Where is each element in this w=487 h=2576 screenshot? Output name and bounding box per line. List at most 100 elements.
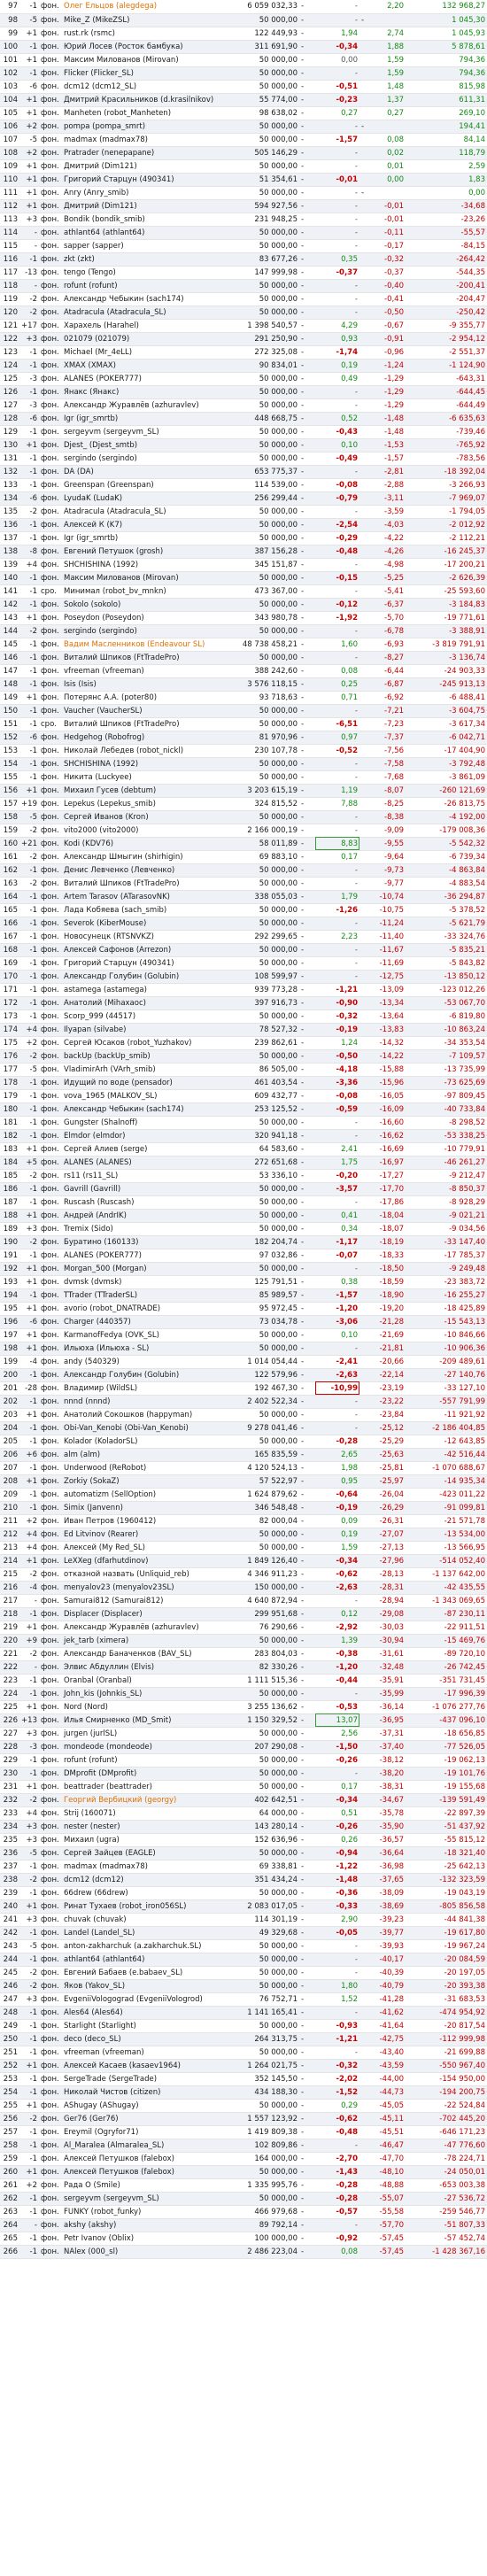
participant-cell[interactable]: Manheten (robot_Manheten) — [62, 106, 230, 120]
participant-cell[interactable]: Simix (Janvenn) — [62, 1501, 230, 1515]
participant-cell[interactable]: Георгий Вербицкий (georgy) — [62, 1793, 230, 1807]
participant-cell[interactable]: rs11 (rs11_SL) — [62, 1169, 230, 1183]
participant-cell[interactable]: zkt (zkt) — [62, 252, 230, 267]
participant-cell[interactable]: Sokolo (sokolo) — [62, 598, 230, 612]
participant-cell[interactable]: Ruscash (Ruscash) — [62, 1195, 230, 1210]
participant-cell[interactable]: Gavrill (Gavrill) — [62, 1182, 230, 1196]
participant-cell[interactable]: Потерянс А.А. (poter80) — [62, 691, 230, 705]
participant-cell[interactable]: Александр Голубин (Golubin) — [62, 970, 230, 984]
participant-cell[interactable]: Дмитрий (Dim121) — [62, 199, 230, 213]
participant-cell[interactable]: Александр Журавлёв (azhuravlev) — [62, 1621, 230, 1635]
participant-cell[interactable]: Анатолий (Mihaxaoc) — [62, 996, 230, 1010]
participant-cell[interactable]: pompa (pompa_smrt) — [62, 120, 230, 134]
participant-cell[interactable]: Vaucher (VaucherSL) — [62, 704, 230, 718]
participant-cell[interactable]: Виталий Шпиков (FtTradePro) — [62, 651, 230, 665]
participant-cell[interactable]: Tremix (Sido) — [62, 1222, 230, 1236]
participant-cell[interactable]: Ed Litvinov (Rearer) — [62, 1528, 230, 1542]
participant-cell[interactable]: beattrader (beattrader) — [62, 1780, 230, 1794]
participant-cell[interactable]: Алексей Петушков (falebox) — [62, 2165, 230, 2179]
participant-cell[interactable]: Strij (160071) — [62, 1806, 230, 1821]
participant-cell[interactable]: Буратино (160133) — [62, 1235, 230, 1249]
participant-cell[interactable]: Сергей Зайцев (EAGLE) — [62, 1846, 230, 1860]
participant-cell[interactable]: Al_Maralea (Almaralea_SL) — [62, 2139, 230, 2153]
participant-cell[interactable]: Александр Чебыкин (sach174) — [62, 292, 230, 306]
participant-cell[interactable]: Igr (igr_smrtb) — [62, 531, 230, 545]
participant-cell[interactable]: Ales64 (Ales64) — [62, 2006, 230, 2020]
participant-cell[interactable]: madmax (madmax78) — [62, 133, 230, 147]
participant-cell[interactable]: tengo (Tengo) — [62, 266, 230, 280]
participant-cell[interactable]: nester (nester) — [62, 1820, 230, 1834]
participant-cell[interactable]: Hedgehog (Robofrog) — [62, 731, 230, 745]
participant-cell[interactable]: Михаил Гусев (debtum) — [62, 784, 230, 798]
participant-cell[interactable]: Виталий Шпиков (FtTradePro) — [62, 717, 230, 731]
participant-cell[interactable]: Анатолий Сокошков (happyman) — [62, 1408, 230, 1422]
participant-cell[interactable]: Александр Шмыгин (shirhigin) — [62, 850, 230, 864]
participant-cell[interactable]: DA (DA) — [62, 465, 230, 479]
participant-cell[interactable]: Severok (KiberMouse) — [62, 917, 230, 931]
participant-cell[interactable]: Максим Милованов (Mirovan) — [62, 53, 230, 67]
participant-cell[interactable]: Владимир (WildSL) — [62, 1381, 230, 1396]
participant-cell[interactable]: Николай Лебедев (robot_nickl) — [62, 744, 230, 758]
participant-cell[interactable]: Charger (440357) — [62, 1315, 230, 1329]
participant-cell[interactable]: rust.rk (rsmc) — [62, 27, 230, 41]
participant-cell[interactable]: Anry (Anry_smib) — [62, 186, 230, 200]
participant-cell[interactable]: Landel (Landel_SL) — [62, 1926, 230, 1940]
participant-cell[interactable]: Алексей Касаев (kasaev1964) — [62, 2059, 230, 2073]
participant-cell[interactable]: Underwood (ReRobot) — [62, 1461, 230, 1475]
participant-cell[interactable]: ALANES (POKER777) — [62, 372, 230, 386]
participant-cell[interactable]: sapper (sapper) — [62, 239, 230, 253]
participant-cell[interactable]: vfreeman (vfreeman) — [62, 2046, 230, 2060]
participant-cell[interactable]: Дмитрий (Dim121) — [62, 159, 230, 174]
participant-cell[interactable]: Новосунецк (RTSNVKZ) — [62, 930, 230, 944]
participant-cell[interactable]: Александр Чебыкин (sach174) — [62, 1102, 230, 1117]
participant-cell[interactable]: Денис Левченко (Левченко) — [62, 863, 230, 878]
participant-cell[interactable]: rofunt (rofunt) — [62, 279, 230, 293]
participant-cell[interactable]: vfreeman (vfreeman) — [62, 664, 230, 678]
participant-cell[interactable]: Igr (igr_smrtb) — [62, 412, 230, 426]
participant-cell[interactable]: avorio (robot_DNATRADE) — [62, 1302, 230, 1316]
participant-cell[interactable]: Рада О (Smile) — [62, 2178, 230, 2193]
participant-cell[interactable]: ALANES (POKER777) — [62, 1249, 230, 1263]
participant-cell[interactable]: SHCHISHINA (1992) — [62, 558, 230, 572]
participant-cell[interactable]: alm (alm) — [62, 1448, 230, 1462]
participant-cell[interactable]: Elmdor (elmdor) — [62, 1129, 230, 1143]
participant-cell[interactable]: Николай Чистов (citizen) — [62, 2085, 230, 2100]
participant-cell[interactable]: EvgeniiVologograd (EvgeniiVologrod) — [62, 1992, 230, 2007]
participant-cell[interactable]: Михаил (ugra) — [62, 1833, 230, 1847]
participant-cell[interactable]: Isis (Isis) — [62, 677, 230, 692]
participant-cell[interactable]: sergindo (sergindo) — [62, 452, 230, 466]
participant-cell[interactable]: Poseydon (Poseydon) — [62, 611, 230, 625]
participant-cell[interactable]: backUp (backUp_smib) — [62, 1049, 230, 1064]
participant-cell[interactable]: Flicker (Flicker_SL) — [62, 66, 230, 81]
participant-cell[interactable]: andy (540329) — [62, 1355, 230, 1369]
participant-cell[interactable]: Григорий Старцун (490341) — [62, 956, 230, 971]
participant-cell[interactable]: automatizm (SellOption) — [62, 1488, 230, 1502]
participant-cell[interactable]: KarmanofFedya (OVK_SL) — [62, 1328, 230, 1342]
participant-cell[interactable]: Алексей Петушков (falebox) — [62, 2152, 230, 2166]
participant-cell[interactable]: Atadracula (Atadracula_SL) — [62, 505, 230, 519]
participant-cell[interactable]: Ilyapan (silvabe) — [62, 1023, 230, 1037]
participant-cell[interactable]: Samurai812 (Samurai812) — [62, 1594, 230, 1608]
participant-cell[interactable]: Юрий Лосев (Росток бамбука) — [62, 40, 230, 54]
participant-cell[interactable]: Минимал (robot_bv_mnkn) — [62, 584, 230, 599]
participant-cell[interactable]: Pratrader (nenepapane) — [62, 146, 230, 160]
participant-cell[interactable]: LeXXeg (dfarhutdinov) — [62, 1554, 230, 1568]
participant-cell[interactable]: dcm12 (dcm12_SL) — [62, 80, 230, 94]
participant-cell[interactable]: nnnd (nnnd) — [62, 1395, 230, 1409]
participant-cell[interactable]: Александр Голубин (Golubin) — [62, 1368, 230, 1382]
participant-cell[interactable]: XMAX (XMAX) — [62, 359, 230, 373]
participant-cell[interactable]: sergindo (sergindo) — [62, 624, 230, 638]
participant-cell[interactable]: Zorkiy (SokaZ) — [62, 1474, 230, 1489]
participant-cell[interactable]: menyalov23 (menyalov23SL) — [62, 1581, 230, 1595]
participant-cell[interactable]: AShugay (AShugay) — [62, 2099, 230, 2113]
participant-cell[interactable]: Алексей Сафонов (Arrezon) — [62, 943, 230, 957]
participant-cell[interactable]: athlant64 (athlant64) — [62, 1953, 230, 1967]
participant-cell[interactable]: VladimirArh (VArh_smib) — [62, 1063, 230, 1077]
participant-cell[interactable]: 66drew (66drew) — [62, 1886, 230, 1900]
participant-cell[interactable]: SergeTrade (SergeTrade) — [62, 2072, 230, 2086]
participant-cell[interactable]: Евгений Бабаев (e.babaev_SL) — [62, 1966, 230, 1980]
participant-cell[interactable]: Никита (Luckyee) — [62, 770, 230, 785]
participant-cell[interactable]: jurgen (jurlSL) — [62, 1727, 230, 1741]
participant-cell[interactable]: Сергей Юсаков (robot_Yuzhakov) — [62, 1036, 230, 1050]
participant-cell[interactable]: Starlight (Starlight) — [62, 2019, 230, 2033]
